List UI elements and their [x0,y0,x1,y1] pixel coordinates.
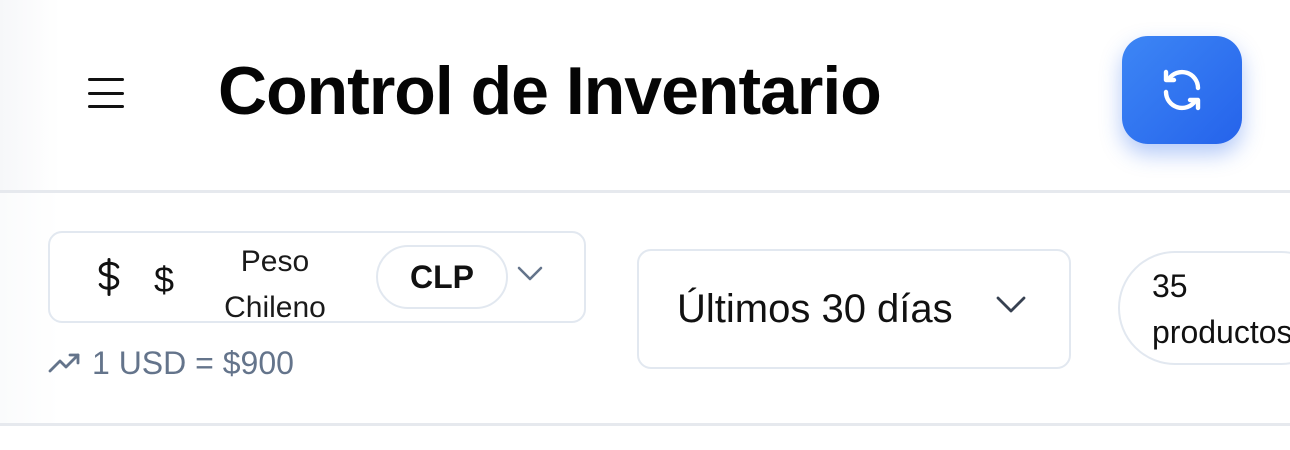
exchange-rate: 1 USD = $900 [48,343,294,383]
refresh-button[interactable] [1122,36,1242,144]
dollar-icon [94,257,124,307]
filters-toolbar: $ Peso Chileno CLP 1 USD = $900 Últimos … [0,193,1290,423]
app-header: Control de Inventario [0,0,1290,193]
page-title: Control de Inventario [218,53,882,129]
refresh-icon [1163,69,1201,111]
chevron-down-icon [995,295,1027,320]
trending-up-icon [48,353,80,373]
period-select[interactable]: Últimos 30 días [637,249,1071,369]
currency-symbol: $ [154,259,175,300]
divider [0,423,1290,426]
menu-icon[interactable] [88,78,128,108]
currency-select[interactable]: $ Peso Chileno CLP [48,231,586,324]
exchange-rate-text: 1 USD = $900 [92,344,294,381]
currency-name: Peso Chileno [224,245,326,324]
period-label: Últimos 30 días [677,287,953,331]
product-count-badge: 35 productos [1118,251,1290,365]
currency-code-badge: CLP [376,245,508,309]
product-count-text: 35 productos [1152,268,1290,350]
chevron-down-icon [516,265,544,288]
